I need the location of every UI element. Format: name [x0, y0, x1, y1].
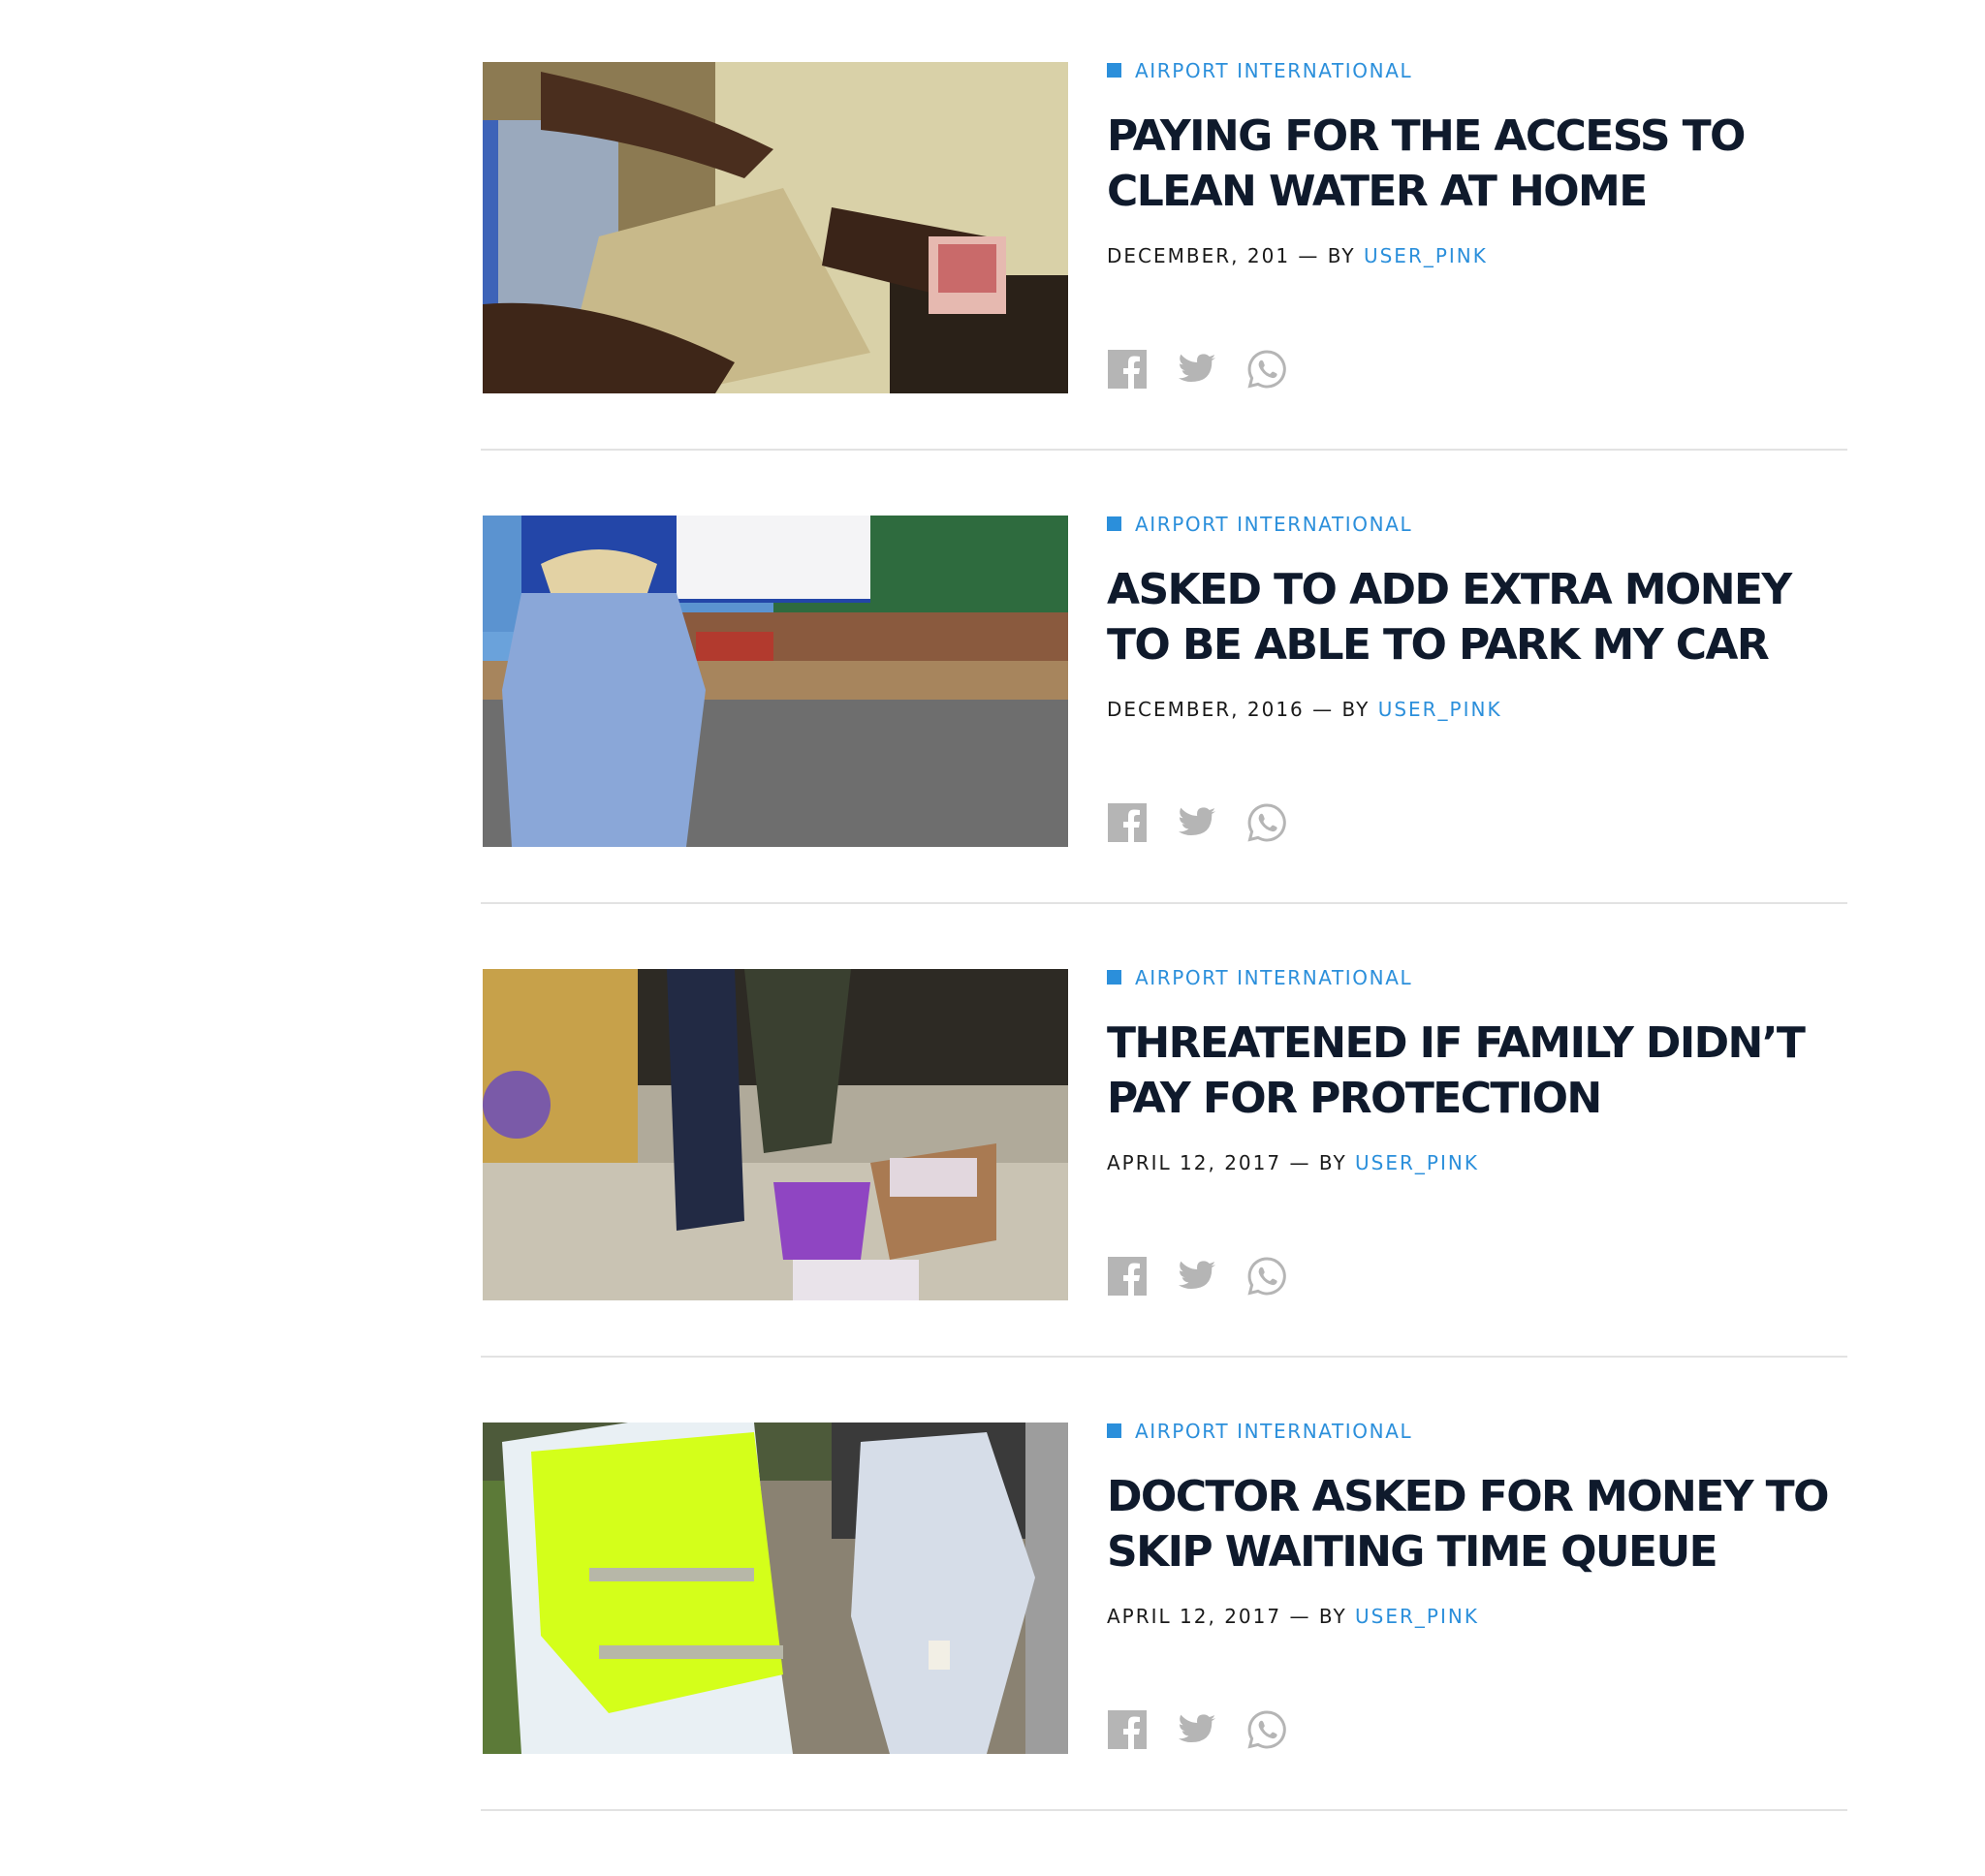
article-card: AIRPORT INTERNATIONAL ASKED TO ADD EXTRA… [481, 453, 1847, 907]
article-thumbnail[interactable] [483, 1423, 1068, 1754]
category-label: AIRPORT INTERNATIONAL [1135, 59, 1413, 82]
article-thumbnail[interactable] [483, 516, 1068, 847]
article-category[interactable]: AIRPORT INTERNATIONAL [1107, 56, 1843, 85]
category-label: AIRPORT INTERNATIONAL [1135, 513, 1413, 536]
article-meta: DECEMBER, 201 — BY USER_PINK [1107, 244, 1843, 267]
article-divider [481, 1356, 1847, 1358]
twitter-icon[interactable] [1177, 802, 1217, 843]
article-date: DECEMBER, 2016 [1107, 698, 1305, 721]
article-feed: AIRPORT INTERNATIONAL PAYING FOR THE ACC… [481, 0, 1847, 1814]
article-date: DECEMBER, 201 [1107, 244, 1291, 267]
article-meta: DECEMBER, 2016 — BY USER_PINK [1107, 698, 1843, 721]
article-title[interactable]: ASKED TO ADD EXTRA MONEY TO BE ABLE TO P… [1107, 562, 1853, 672]
share-bar [1107, 1256, 1316, 1297]
article-author[interactable]: USER_PINK [1364, 244, 1488, 267]
share-bar [1107, 1709, 1316, 1750]
article-category[interactable]: AIRPORT INTERNATIONAL [1107, 963, 1843, 992]
article-divider [481, 449, 1847, 451]
article-info: AIRPORT INTERNATIONAL ASKED TO ADD EXTRA… [1107, 510, 1843, 721]
article-byline: — BY [1289, 1151, 1347, 1174]
article-byline: — BY [1289, 1605, 1347, 1628]
article-meta: APRIL 12, 2017 — BY USER_PINK [1107, 1605, 1843, 1628]
article-divider [481, 902, 1847, 904]
article-info: AIRPORT INTERNATIONAL DOCTOR ASKED FOR M… [1107, 1417, 1843, 1628]
article-byline: — BY [1298, 244, 1356, 267]
twitter-icon[interactable] [1177, 349, 1217, 390]
category-label: AIRPORT INTERNATIONAL [1135, 1420, 1413, 1443]
category-marker [1107, 62, 1121, 78]
article-title[interactable]: PAYING FOR THE ACCESS TO CLEAN WATER AT … [1107, 109, 1853, 219]
article-title[interactable]: DOCTOR ASKED FOR MONEY TO SKIP WAITING T… [1107, 1469, 1853, 1579]
whatsapp-icon[interactable] [1246, 349, 1287, 390]
facebook-icon[interactable] [1107, 1709, 1148, 1750]
twitter-icon[interactable] [1177, 1256, 1217, 1297]
article-author[interactable]: USER_PINK [1355, 1151, 1479, 1174]
article-category[interactable]: AIRPORT INTERNATIONAL [1107, 510, 1843, 539]
article-meta: APRIL 12, 2017 — BY USER_PINK [1107, 1151, 1843, 1174]
whatsapp-icon[interactable] [1246, 1256, 1287, 1297]
article-info: AIRPORT INTERNATIONAL THREATENED IF FAMI… [1107, 963, 1843, 1174]
article-date: APRIL 12, 2017 [1107, 1151, 1282, 1174]
facebook-icon[interactable] [1107, 802, 1148, 843]
facebook-icon[interactable] [1107, 1256, 1148, 1297]
article-author[interactable]: USER_PINK [1378, 698, 1502, 721]
share-bar [1107, 349, 1316, 390]
article-divider [481, 1809, 1847, 1811]
category-marker [1107, 516, 1121, 531]
article-card: AIRPORT INTERNATIONAL THREATENED IF FAMI… [481, 907, 1847, 1360]
article-category[interactable]: AIRPORT INTERNATIONAL [1107, 1417, 1843, 1446]
share-bar [1107, 802, 1316, 843]
article-card: AIRPORT INTERNATIONAL PAYING FOR THE ACC… [481, 0, 1847, 453]
whatsapp-icon[interactable] [1246, 802, 1287, 843]
facebook-icon[interactable] [1107, 349, 1148, 390]
article-info: AIRPORT INTERNATIONAL PAYING FOR THE ACC… [1107, 56, 1843, 267]
category-label: AIRPORT INTERNATIONAL [1135, 966, 1413, 989]
whatsapp-icon[interactable] [1246, 1709, 1287, 1750]
category-marker [1107, 1423, 1121, 1438]
article-author[interactable]: USER_PINK [1355, 1605, 1479, 1628]
article-title[interactable]: THREATENED IF FAMILY DIDN’T PAY FOR PROT… [1107, 1016, 1853, 1126]
category-marker [1107, 969, 1121, 985]
article-date: APRIL 12, 2017 [1107, 1605, 1282, 1628]
twitter-icon[interactable] [1177, 1709, 1217, 1750]
article-thumbnail[interactable] [483, 62, 1068, 393]
article-thumbnail[interactable] [483, 969, 1068, 1300]
article-byline: — BY [1312, 698, 1371, 721]
article-card: AIRPORT INTERNATIONAL DOCTOR ASKED FOR M… [481, 1360, 1847, 1814]
